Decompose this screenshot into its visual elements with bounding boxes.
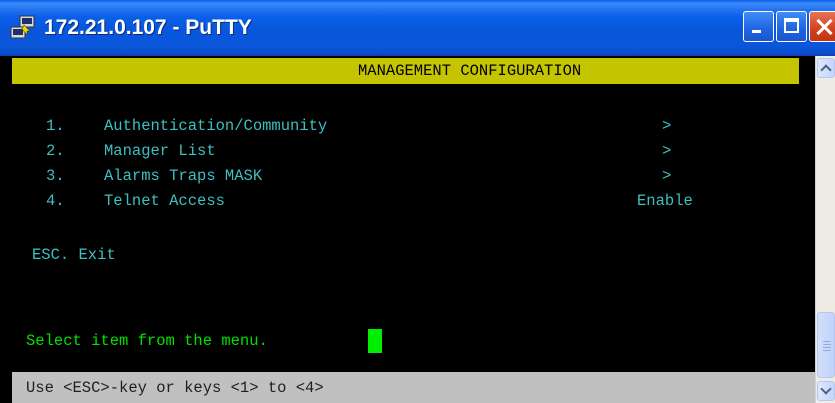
- menu-item-2-label[interactable]: Manager List: [104, 138, 216, 164]
- minimize-icon[interactable]: [743, 11, 774, 42]
- menu-item-3-label[interactable]: Alarms Traps MASK: [104, 163, 262, 189]
- screen-header: MANAGEMENT CONFIGURATION: [357, 58, 583, 84]
- menu-item-2-number: 2.: [46, 142, 65, 160]
- menu-prompt: Select item from the menu.: [26, 332, 268, 350]
- status-hint: Use <ESC>-key or keys <1> to <4>: [26, 379, 324, 397]
- menu-item-1-number: 1.: [46, 117, 65, 135]
- exit-option[interactable]: ESC. Exit: [32, 242, 116, 268]
- menu-item-3-number: 3.: [46, 167, 65, 185]
- scroll-down-icon[interactable]: [817, 381, 835, 401]
- grip-line: [823, 341, 831, 342]
- menu-item-1-label[interactable]: Authentication/Community: [104, 113, 327, 139]
- menu-item-1-value: >: [662, 117, 672, 135]
- text-cursor: [368, 329, 382, 353]
- status-bar: Use <ESC>-key or keys <1> to <4>: [12, 372, 815, 403]
- grip-line: [823, 344, 831, 345]
- maximize-icon[interactable]: [776, 11, 807, 42]
- menu-item-3-value: >: [662, 167, 672, 185]
- vertical-scrollbar[interactable]: [815, 56, 835, 403]
- menu-item-4-value: Enable: [637, 192, 693, 210]
- menu-item-2-value: >: [662, 142, 672, 160]
- scroll-up-icon[interactable]: [817, 58, 835, 78]
- window-title: 172.21.0.107 - PuTTY: [44, 16, 252, 39]
- grip-line: [823, 350, 831, 351]
- putty-window: 172.21.0.107 - PuTTY MANAGEMENT CONFIGUR…: [0, 0, 835, 403]
- terminal-screen[interactable]: MANAGEMENT CONFIGURATION 1. Authenticati…: [0, 56, 815, 403]
- menu-item-4-label[interactable]: Telnet Access: [104, 188, 225, 214]
- scroll-thumb[interactable]: [817, 312, 835, 378]
- menu-item-4-number: 4.: [46, 192, 65, 210]
- putty-icon[interactable]: [10, 15, 36, 41]
- grip-line: [823, 347, 831, 348]
- close-icon[interactable]: [809, 11, 835, 42]
- title-bar[interactable]: 172.21.0.107 - PuTTY: [0, 0, 835, 56]
